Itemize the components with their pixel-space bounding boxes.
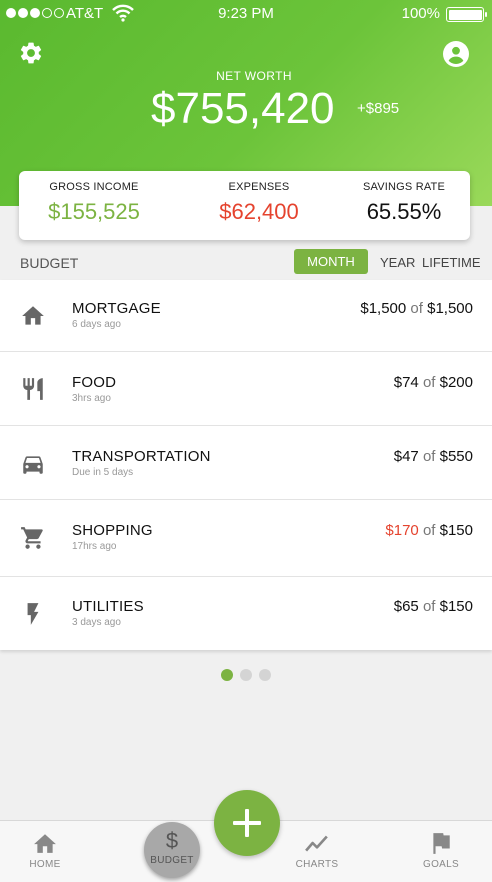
row-spent: $65 <box>393 598 419 615</box>
budget-row-mortgage[interactable]: MORTGAGE 6 days ago $1,500 of $1,500 <box>0 280 492 352</box>
tab-budget-label: BUDGET <box>150 855 194 866</box>
battery-percentage: 100% <box>401 5 440 22</box>
dollar-icon: $ <box>165 828 179 853</box>
utensils-icon <box>23 378 43 400</box>
battery-icon <box>446 7 487 22</box>
net-worth-change: +$895 <box>357 100 400 117</box>
home-icon <box>22 306 44 325</box>
row-of: of <box>410 300 423 317</box>
bolt-icon <box>27 603 39 625</box>
row-spent: $74 <box>393 374 419 391</box>
budget-row-utilities[interactable]: UTILITIES 3 days ago $65 of $150 <box>0 577 492 650</box>
row-subtitle: 6 days ago <box>72 319 121 330</box>
line-chart-icon <box>305 835 328 852</box>
summary-card: GROSS INCOME $155,525 EXPENSES $62,400 S… <box>19 171 470 240</box>
row-of: of <box>422 598 436 615</box>
status-bar: AT&T 9:23 PM 100% <box>0 0 492 28</box>
expenses-stat: EXPENSES $62,400 <box>179 181 339 225</box>
budget-list: MORTGAGE 6 days ago $1,500 of $1,500 FOO… <box>0 280 492 650</box>
row-amount: $74 of $200 <box>394 374 473 391</box>
savings-rate-label: SAVINGS RATE <box>362 181 446 193</box>
savings-rate-stat: SAVINGS RATE 65.55% <box>349 181 459 225</box>
row-title: UTILITIES <box>72 598 144 615</box>
page-indicator[interactable] <box>221 669 271 681</box>
home-icon <box>34 834 56 853</box>
row-spent: $47 <box>393 448 419 465</box>
gear-icon[interactable] <box>18 40 44 66</box>
row-limit: $200 <box>439 374 473 391</box>
row-subtitle: 17hrs ago <box>72 541 117 552</box>
gross-income-label: GROSS INCOME <box>49 181 139 193</box>
row-limit: $150 <box>439 522 473 539</box>
tab-home-label: HOME <box>29 859 61 870</box>
row-spent: $1,500 <box>360 300 407 317</box>
flag-icon <box>433 833 450 854</box>
gross-income-value: $155,525 <box>48 199 140 224</box>
row-limit: $1,500 <box>427 300 473 317</box>
savings-rate-value: 65.55% <box>366 199 442 224</box>
budget-row-food[interactable]: FOOD 3hrs ago $74 of $200 <box>0 352 492 426</box>
row-title: MORTGAGE <box>72 300 161 317</box>
page-dot-1[interactable] <box>221 669 233 681</box>
tab-budget[interactable]: $ BUDGET <box>144 822 200 878</box>
row-of: of <box>422 448 436 465</box>
row-title: FOOD <box>72 374 117 391</box>
row-of: of <box>422 522 436 539</box>
expenses-value: $62,400 <box>219 199 299 224</box>
tab-charts[interactable]: CHARTS <box>272 821 362 870</box>
row-limit: $150 <box>439 598 473 615</box>
budget-row-transportation[interactable]: TRANSPORTATION Due in 5 days $47 of $550 <box>0 426 492 500</box>
cart-icon <box>21 527 43 549</box>
row-subtitle: 3 days ago <box>72 617 121 628</box>
row-title: SHOPPING <box>72 522 153 539</box>
net-worth-label: NET WORTH <box>216 69 292 83</box>
tab-month[interactable]: MONTH <box>294 249 368 274</box>
row-amount: $65 of $150 <box>394 598 473 615</box>
row-subtitle: 3hrs ago <box>72 393 111 404</box>
row-amount: $170 of $150 <box>385 522 473 539</box>
budget-title: BUDGET <box>20 255 79 271</box>
net-worth-value: $755,420 <box>151 84 335 133</box>
row-spent: $170 <box>385 522 419 539</box>
add-icon <box>233 809 261 837</box>
add-button[interactable] <box>214 790 280 856</box>
page-dot-2[interactable] <box>240 669 252 681</box>
row-amount: $1,500 of $1,500 <box>360 300 473 317</box>
tab-goals-label: GOALS <box>423 859 459 870</box>
page-dot-3[interactable] <box>259 669 271 681</box>
budget-header: BUDGET MONTH YEAR LIFETIME <box>0 246 492 280</box>
gross-income-stat: GROSS INCOME $155,525 <box>29 181 159 225</box>
row-of: of <box>422 374 436 391</box>
row-title: TRANSPORTATION <box>72 448 211 465</box>
budget-row-shopping[interactable]: SHOPPING 17hrs ago $170 of $150 <box>0 500 492 577</box>
tab-year[interactable]: YEAR <box>380 255 415 270</box>
profile-icon[interactable] <box>443 41 469 67</box>
row-amount: $47 of $550 <box>394 448 473 465</box>
row-subtitle: Due in 5 days <box>72 467 134 478</box>
tab-home[interactable]: HOME <box>0 821 90 870</box>
tab-lifetime[interactable]: LIFETIME <box>422 255 481 270</box>
tab-goals[interactable]: GOALS <box>396 821 486 870</box>
row-limit: $550 <box>439 448 473 465</box>
expenses-label: EXPENSES <box>228 181 290 193</box>
tab-charts-label: CHARTS <box>295 859 339 870</box>
car-icon <box>23 456 43 474</box>
